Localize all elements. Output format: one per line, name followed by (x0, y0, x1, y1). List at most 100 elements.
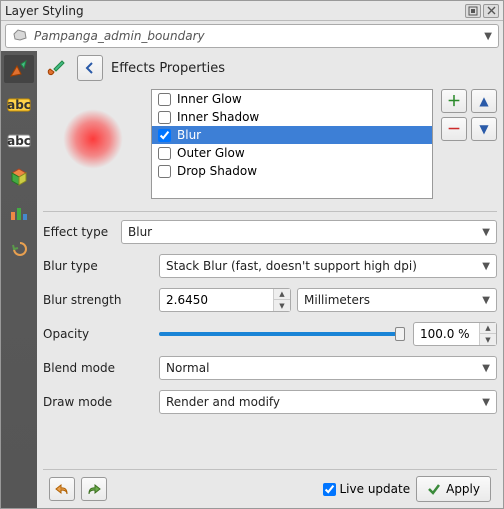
chevron-down-icon: ▼ (482, 295, 490, 306)
spin-buttons: ▲▼ (479, 323, 496, 345)
back-button[interactable] (77, 55, 103, 81)
blend-mode-select[interactable]: Normal ▼ (159, 356, 497, 380)
move-down-button[interactable]: ▼ (471, 117, 497, 141)
check-icon (427, 482, 441, 496)
blur-strength-label: Blur strength (43, 293, 153, 307)
effect-checkbox[interactable] (158, 165, 171, 178)
opacity-field[interactable] (420, 327, 479, 341)
remove-effect-button[interactable]: － (441, 117, 467, 141)
blur-type-value: Stack Blur (fast, doesn't support high d… (166, 259, 482, 273)
plus-icon: ＋ (447, 91, 461, 111)
effect-item[interactable]: Outer Glow (152, 144, 432, 162)
sidebar: abc abc (1, 51, 37, 508)
polygon-icon (12, 28, 28, 45)
effect-type-label: Effect type (43, 225, 115, 239)
effects-row: Inner Glow Inner Shadow Blur Outer Glow Drop… (43, 89, 497, 199)
blend-mode-row: Blend mode Normal ▼ (43, 356, 497, 380)
spin-down[interactable]: ▼ (480, 334, 496, 345)
spin-buttons: ▲▼ (273, 289, 290, 311)
blur-strength-input[interactable]: ▲▼ (159, 288, 291, 312)
blur-strength-field[interactable] (166, 293, 273, 307)
effect-label: Inner Shadow (177, 110, 259, 124)
effects-list-buttons: ＋ ▲ － ▼ (441, 89, 497, 199)
effect-type-row: Effect type Blur ▼ (43, 220, 497, 244)
effect-label: Blur (177, 128, 201, 142)
blur-type-select[interactable]: Stack Blur (fast, doesn't support high d… (159, 254, 497, 278)
sidebar-3d[interactable] (4, 163, 34, 191)
effect-checkbox[interactable] (158, 93, 171, 106)
titlebar: Layer Styling (1, 1, 503, 21)
sidebar-labels-abc-white[interactable]: abc (4, 127, 34, 155)
move-up-button[interactable]: ▲ (471, 89, 497, 113)
effect-type-select[interactable]: Blur ▼ (121, 220, 497, 244)
live-update-input[interactable] (323, 483, 336, 496)
spin-up[interactable]: ▲ (274, 289, 290, 300)
svg-text:abc: abc (7, 134, 31, 148)
preview-dot (63, 109, 123, 169)
spin-up[interactable]: ▲ (480, 323, 496, 334)
chevron-down-icon: ▼ (482, 261, 490, 272)
effect-label: Outer Glow (177, 146, 245, 160)
effect-item[interactable]: Inner Shadow (152, 108, 432, 126)
sidebar-diagrams[interactable] (4, 199, 34, 227)
effect-label: Drop Shadow (177, 164, 257, 178)
draw-mode-label: Draw mode (43, 395, 153, 409)
add-effect-button[interactable]: ＋ (441, 89, 467, 113)
blur-strength-unit: Millimeters (304, 293, 482, 307)
sidebar-history[interactable] (4, 235, 34, 263)
slider-fill (159, 332, 400, 336)
opacity-input[interactable]: ▲▼ (413, 322, 497, 346)
blend-mode-value: Normal (166, 361, 482, 375)
effect-preview (43, 89, 143, 189)
layer-styling-panel: Layer Styling Pampanga_admin_boundary ▼ … (0, 0, 504, 509)
sidebar-labels-abc-yellow[interactable]: abc (4, 91, 34, 119)
close-button[interactable] (483, 4, 499, 18)
chevron-down-icon: ▼ (482, 397, 490, 408)
down-icon: ▼ (479, 122, 488, 136)
minus-icon: － (447, 119, 461, 139)
effect-checkbox[interactable] (158, 111, 171, 124)
effect-item[interactable]: Drop Shadow (152, 162, 432, 180)
blur-type-label: Blur type (43, 259, 153, 273)
sidebar-symbology[interactable] (4, 55, 34, 83)
effect-item[interactable]: Blur (152, 126, 432, 144)
draw-mode-value: Render and modify (166, 395, 482, 409)
effect-checkbox[interactable] (158, 147, 171, 160)
panel-body: abc abc Effects Pr (1, 51, 503, 508)
draw-mode-row: Draw mode Render and modify ▼ (43, 390, 497, 414)
layer-selector[interactable]: Pampanga_admin_boundary ▼ (5, 24, 499, 48)
live-update-label: Live update (340, 482, 411, 496)
opacity-slider[interactable] (159, 325, 405, 343)
chevron-down-icon: ▼ (482, 227, 490, 238)
chevron-down-icon: ▼ (482, 363, 490, 374)
layer-name: Pampanga_admin_boundary (34, 29, 484, 43)
apply-label: Apply (446, 482, 480, 496)
draw-mode-select[interactable]: Render and modify ▼ (159, 390, 497, 414)
redo-button[interactable] (81, 477, 107, 501)
panel-title: Layer Styling (5, 4, 463, 18)
effects-properties-title: Effects Properties (111, 61, 225, 76)
divider (43, 211, 497, 212)
blend-mode-label: Blend mode (43, 361, 153, 375)
effects-list[interactable]: Inner Glow Inner Shadow Blur Outer Glow Drop… (151, 89, 433, 199)
header-row: Effects Properties (43, 55, 497, 81)
undo-button[interactable] (49, 477, 75, 501)
chevron-down-icon: ▼ (484, 31, 492, 42)
brush-icon (43, 55, 69, 81)
effect-checkbox[interactable] (158, 129, 171, 142)
slider-thumb[interactable] (395, 327, 405, 341)
spin-down[interactable]: ▼ (274, 300, 290, 311)
up-icon: ▲ (479, 94, 488, 108)
blur-strength-row: Blur strength ▲▼ Millimeters ▼ (43, 288, 497, 312)
opacity-row: Opacity ▲▼ (43, 322, 497, 346)
svg-text:abc: abc (7, 98, 31, 112)
blur-strength-unit-select[interactable]: Millimeters ▼ (297, 288, 497, 312)
apply-button[interactable]: Apply (416, 476, 491, 502)
undock-button[interactable] (465, 4, 481, 18)
main-area: Effects Properties Inner Glow Inner Shado… (37, 51, 503, 508)
effect-label: Inner Glow (177, 92, 242, 106)
effect-item[interactable]: Inner Glow (152, 90, 432, 108)
opacity-label: Opacity (43, 327, 153, 341)
footer: Live update Apply (43, 469, 497, 508)
live-update-checkbox[interactable]: Live update (323, 482, 411, 496)
